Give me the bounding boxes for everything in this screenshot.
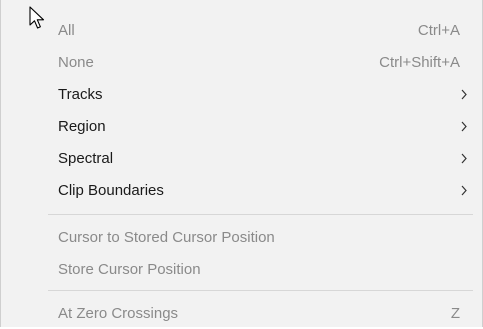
- menu-item-label: At Zero Crossings: [58, 305, 179, 322]
- menu-item-label: Region: [58, 118, 106, 135]
- menu-item-tracks[interactable]: Tracks: [0, 79, 483, 110]
- menu-item-label: All: [58, 22, 75, 39]
- menu-item-shortcut: Ctrl+A: [417, 22, 460, 39]
- select-menu: All Ctrl+A None Ctrl+Shift+A Tracks Regi…: [0, 0, 483, 327]
- menu-item-all[interactable]: All Ctrl+A: [0, 15, 483, 46]
- menu-item-store-cursor-position[interactable]: Store Cursor Position: [0, 254, 483, 285]
- menu-item-spectral[interactable]: Spectral: [0, 143, 483, 174]
- menu-item-none[interactable]: None Ctrl+Shift+A: [0, 47, 483, 78]
- chevron-right-icon: [461, 153, 467, 164]
- menu-item-label: Store Cursor Position: [58, 261, 201, 278]
- chevron-right-icon: [461, 89, 467, 100]
- menu-item-clip-boundaries[interactable]: Clip Boundaries: [0, 175, 483, 206]
- mouse-pointer-icon: [29, 6, 45, 29]
- menu-item-label: Clip Boundaries: [58, 182, 164, 199]
- menu-item-label: Cursor to Stored Cursor Position: [58, 229, 275, 246]
- menu-separator: [48, 290, 473, 291]
- menu-separator: [48, 214, 473, 215]
- menu-item-label: None: [58, 54, 94, 71]
- menu-item-label: Spectral: [58, 150, 114, 167]
- chevron-right-icon: [461, 121, 467, 132]
- menu-item-at-zero-crossings[interactable]: At Zero Crossings Z: [0, 298, 483, 329]
- chevron-right-icon: [461, 185, 467, 196]
- menu-item-shortcut: Z: [450, 305, 460, 322]
- menu-item-region[interactable]: Region: [0, 111, 483, 142]
- menu-item-cursor-to-stored-position[interactable]: Cursor to Stored Cursor Position: [0, 222, 483, 253]
- menu-item-shortcut: Ctrl+Shift+A: [379, 54, 460, 71]
- menu-item-label: Tracks: [58, 86, 103, 103]
